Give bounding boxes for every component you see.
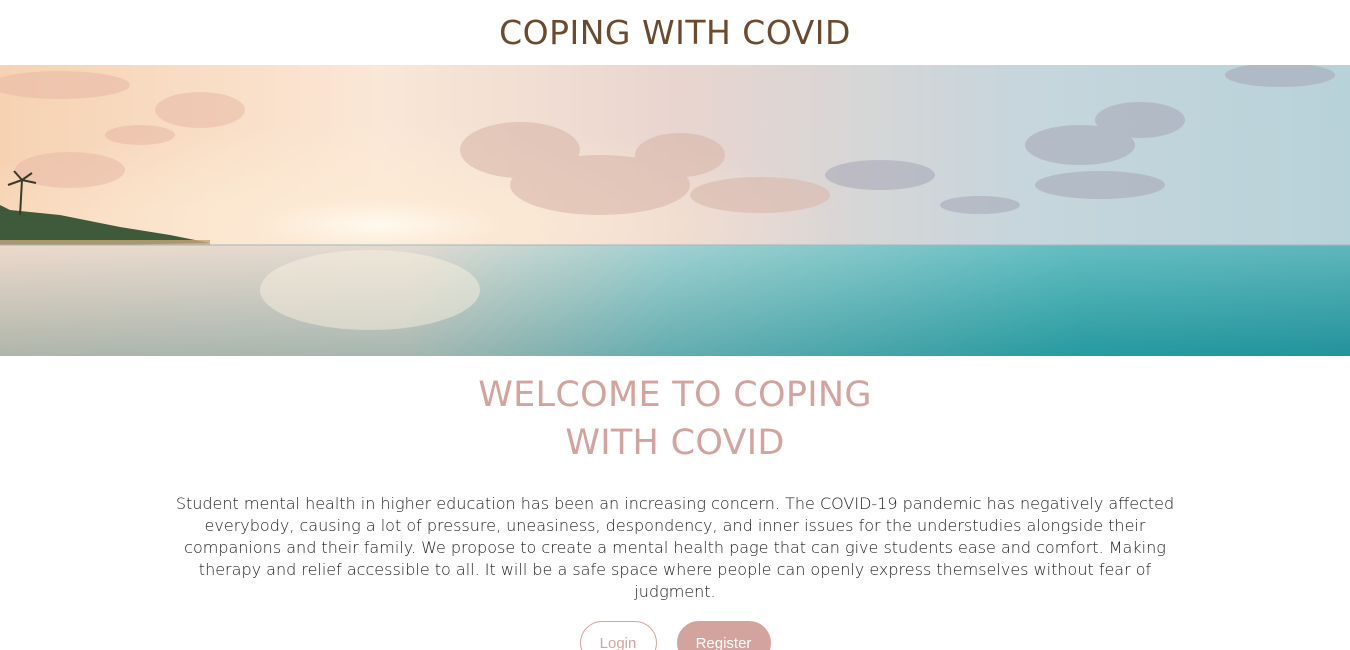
- beach-sunset-image: [0, 65, 1350, 356]
- hero-banner: [0, 65, 1350, 356]
- welcome-section: WELCOME TO COPING WITH COVID Student men…: [0, 371, 1350, 650]
- welcome-title-line-1: WELCOME TO COPING: [478, 375, 872, 415]
- login-button[interactable]: Login: [579, 621, 657, 650]
- intro-paragraph: Student mental health in higher educatio…: [175, 494, 1175, 601]
- site-title: COPING WITH COVID: [499, 13, 851, 52]
- auth-actions: Login Register: [0, 621, 1350, 650]
- welcome-title: WELCOME TO COPING WITH COVID: [0, 371, 1350, 467]
- site-header: COPING WITH COVID: [0, 0, 1350, 65]
- welcome-title-line-2: WITH COVID: [565, 423, 785, 463]
- register-button[interactable]: Register: [676, 621, 771, 650]
